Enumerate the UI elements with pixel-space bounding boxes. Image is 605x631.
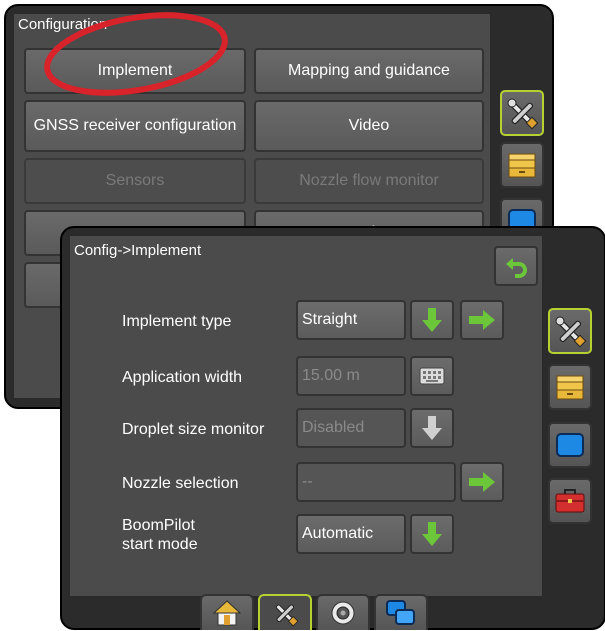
highlight-circle: [44, 12, 228, 96]
arrow-right-icon: [469, 472, 495, 492]
multi-display-tab[interactable]: [374, 594, 428, 630]
sensors-button[interactable]: Sensors: [24, 158, 246, 204]
keyboard-button[interactable]: [410, 356, 454, 396]
home-tab[interactable]: [200, 594, 254, 630]
nozzle-flow-monitor-button[interactable]: Nozzle flow monitor: [254, 158, 484, 204]
arrow-down-icon: [422, 416, 442, 440]
tools-tab[interactable]: [548, 308, 592, 354]
implement-screen: Config->Implement Implement type Straigh…: [60, 226, 605, 630]
boompilot-start-mode-label: BoomPilot start mode: [122, 517, 198, 553]
keyboard-icon: [419, 367, 445, 385]
toolbox-tab[interactable]: [548, 478, 592, 524]
folder-icon: [556, 375, 584, 400]
undo-arrow-icon: [506, 258, 527, 278]
application-width-label: Application width: [122, 369, 243, 386]
nozzle-selection-field[interactable]: --: [296, 462, 456, 502]
multi-display-icon: [386, 600, 415, 625]
camera-tab[interactable]: [316, 594, 370, 630]
nozzle-selection-label: Nozzle selection: [122, 475, 239, 492]
implement-type-label: Implement type: [122, 313, 232, 330]
page-title: Config->Implement: [74, 242, 202, 259]
tools-icon: [507, 98, 539, 130]
droplet-size-monitor-label: Droplet size monitor: [122, 421, 265, 438]
back-tools-tab[interactable]: [500, 90, 544, 136]
boompilot-start-mode-select-button[interactable]: [410, 514, 454, 554]
back-button[interactable]: [494, 246, 538, 286]
implement-type-select-button[interactable]: [410, 300, 454, 340]
gnss-receiver-button[interactable]: GNSS receiver configuration: [24, 100, 246, 152]
arrow-down-icon: [422, 308, 442, 332]
folder-icon: [508, 153, 536, 178]
data-tab[interactable]: [548, 364, 592, 410]
mapping-guidance-button[interactable]: Mapping and guidance: [254, 48, 484, 94]
display-tab[interactable]: [548, 422, 592, 468]
toolbox-icon: [555, 489, 585, 513]
application-width-field[interactable]: 15.00 m: [296, 356, 406, 396]
back-data-tab[interactable]: [500, 142, 544, 188]
video-button[interactable]: Video: [254, 100, 484, 152]
droplet-size-monitor-field[interactable]: Disabled: [296, 408, 406, 448]
implement-panel: Config->Implement Implement type Straigh…: [68, 234, 544, 598]
home-icon: [212, 600, 242, 626]
tools-icon: [555, 316, 587, 348]
implement-type-field[interactable]: Straight: [296, 300, 406, 340]
tools-bottom-tab[interactable]: [258, 594, 312, 630]
boompilot-start-mode-field[interactable]: Automatic: [296, 514, 406, 554]
arrow-down-icon: [422, 522, 442, 546]
implement-type-next-button[interactable]: [460, 300, 504, 340]
camera-icon: [331, 601, 355, 625]
arrow-right-icon: [469, 310, 495, 330]
droplet-size-select-button[interactable]: [410, 408, 454, 448]
tools-icon: [275, 604, 299, 627]
nozzle-selection-next-button[interactable]: [460, 462, 504, 502]
display-icon: [556, 433, 584, 457]
